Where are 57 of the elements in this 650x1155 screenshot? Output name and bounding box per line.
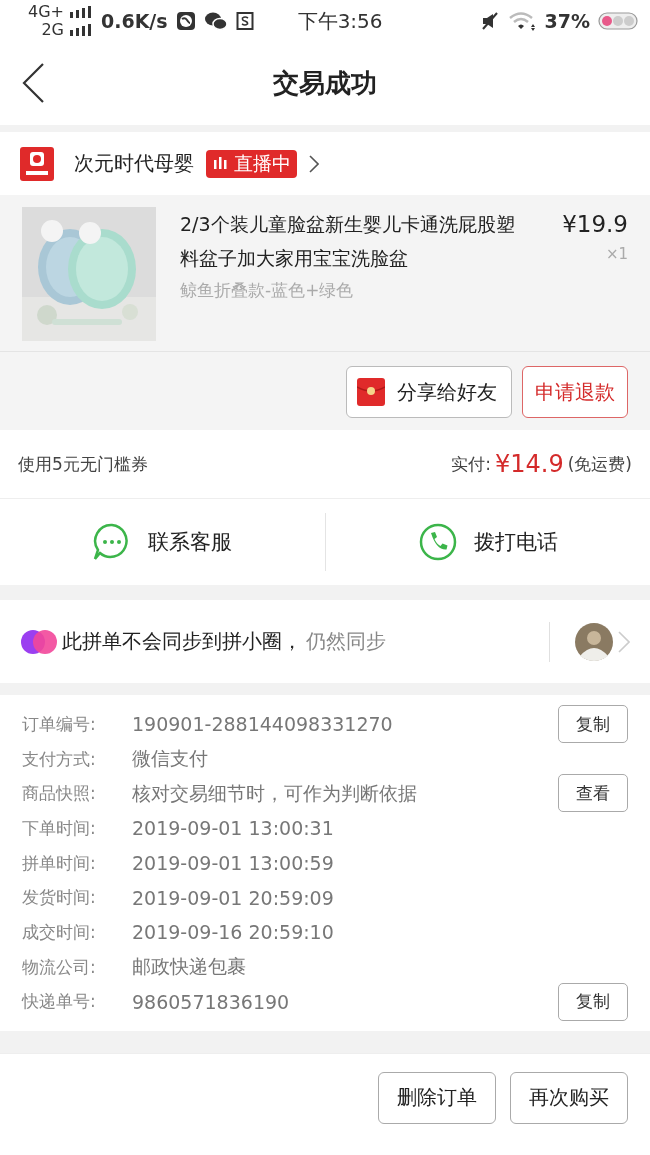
detail-label: 订单编号: <box>22 712 97 736</box>
detail-label: 成交时间: <box>22 920 97 944</box>
detail-value: 邮政快递包裹 <box>132 954 246 980</box>
sync-anyway-link[interactable]: 仍然同步 <box>306 628 386 655</box>
detail-action-button[interactable]: 复制 <box>558 705 628 743</box>
network-label: 2G <box>41 21 64 39</box>
detail-value: 核对交易细节时，可作为判断依据 <box>132 780 417 806</box>
call-button[interactable]: 拨打电话 <box>324 513 650 571</box>
detail-label: 下单时间: <box>22 816 97 840</box>
envelope-icon <box>357 378 385 406</box>
shop-logo-icon <box>20 146 54 181</box>
shipping-note: (免运费) <box>567 452 632 476</box>
product-variant: 鲸鱼折叠款-蓝色+绿色 <box>180 279 355 302</box>
detail-value: 微信支付 <box>132 746 208 772</box>
detail-label: 商品快照: <box>22 782 97 806</box>
share-button[interactable]: 分享给好友 <box>346 366 512 418</box>
detail-label: 快递单号: <box>22 990 97 1014</box>
detail-value: 2019-09-16 20:59:10 <box>132 921 334 944</box>
detail-value: 2019-09-01 13:00:31 <box>132 817 334 840</box>
buy-again-button[interactable]: 再次购买 <box>510 1071 628 1124</box>
avatar-icon[interactable] <box>574 621 614 662</box>
detail-action-button[interactable]: 复制 <box>558 982 628 1021</box>
product-title[interactable]: 2/3个装儿童脸盆新生婴儿卡通洗屁股塑料盆子加大家用宝宝洗脸盆 <box>180 207 529 275</box>
coupon-label: 使用5元无门槛券 <box>18 452 148 476</box>
detail-label: 物流公司: <box>22 955 97 979</box>
signal-icon <box>69 24 91 36</box>
chevron-right-icon[interactable] <box>309 154 319 173</box>
detail-action-button[interactable]: 查看 <box>558 774 628 813</box>
delete-order-button[interactable]: 删除订单 <box>378 1071 496 1124</box>
product-price: ¥19.9 <box>562 210 628 239</box>
detail-value: 2019-09-01 13:00:59 <box>132 852 334 875</box>
signal-icon <box>69 6 91 18</box>
refund-button[interactable]: 申请退款 <box>522 366 628 418</box>
battery-percent: 37% <box>544 10 590 32</box>
contact-service-button[interactable]: 联系客服 <box>0 499 325 585</box>
network-speed: 0.6K/s <box>101 10 168 32</box>
clock-time: 下午3:56 <box>297 7 383 35</box>
page-title: 交易成功 <box>273 67 377 100</box>
chat-bubbles-icon <box>203 11 228 31</box>
paid-label: 实付: <box>451 452 491 476</box>
paid-amount: ¥14.9 <box>495 450 564 478</box>
detail-value: 190901-288144098331270 <box>132 713 393 736</box>
phone-icon <box>417 522 458 562</box>
overlapping-circles-icon <box>20 628 58 655</box>
product-quantity: ×1 <box>605 245 628 263</box>
detail-value: 2019-09-01 20:59:09 <box>132 886 334 909</box>
detail-label: 发货时间: <box>22 886 97 910</box>
sync-notice: 此拼单不会同步到拼小圈， <box>62 628 302 655</box>
live-badge[interactable]: 直播中 <box>206 149 297 178</box>
shop-name[interactable]: 次元时代母婴 <box>74 150 194 177</box>
network-label: 4G+ <box>28 3 64 21</box>
battery-icon <box>598 12 638 30</box>
square-s-icon <box>235 11 254 31</box>
detail-label: 拼单时间: <box>22 851 97 875</box>
mute-icon <box>480 12 499 30</box>
detail-label: 支付方式: <box>22 747 97 771</box>
detail-value: 9860571836190 <box>132 990 290 1013</box>
